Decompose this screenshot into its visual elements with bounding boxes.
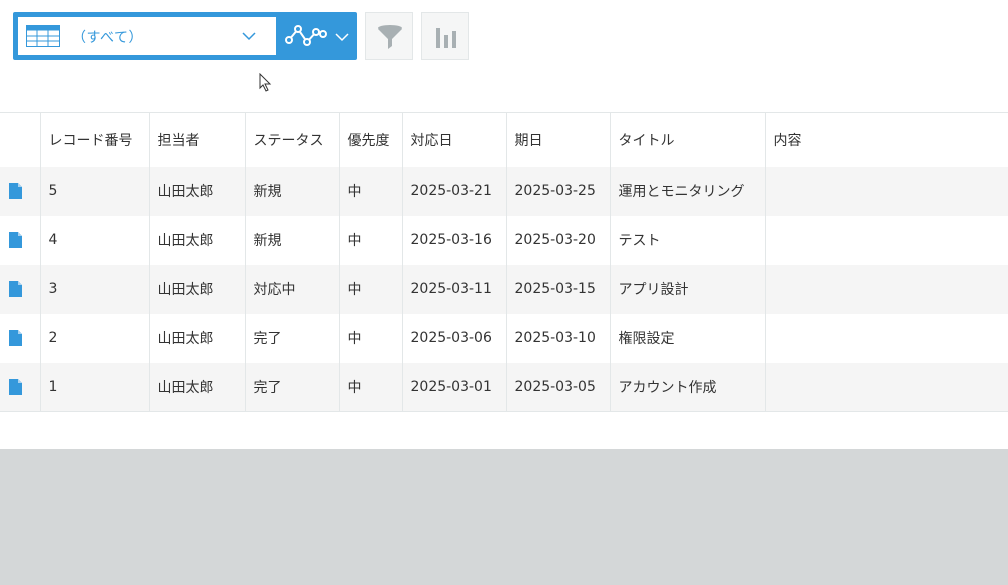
- mouse-cursor-icon: [259, 73, 272, 92]
- document-icon[interactable]: [9, 330, 22, 346]
- cell-due-date: 2025-03-10: [505, 313, 610, 363]
- column-header-title[interactable]: タイトル: [609, 112, 765, 167]
- cell-assignee: 山田太郎: [148, 264, 245, 314]
- cell-assignee: 山田太郎: [148, 362, 245, 412]
- document-icon[interactable]: [9, 281, 22, 297]
- document-icon[interactable]: [9, 378, 22, 395]
- cell-handled-date: 2025-03-01: [401, 362, 506, 412]
- cell-priority: 中: [338, 166, 402, 216]
- table-row: 2 山田太郎 完了中 2025-03-06 2025-03-10 権限設定: [0, 313, 1008, 363]
- document-icon[interactable]: [9, 232, 22, 248]
- view-dropdown[interactable]: （すべて）: [18, 17, 276, 55]
- record-detail-link[interactable]: [0, 362, 40, 412]
- column-header-priority[interactable]: 優先度: [338, 112, 402, 167]
- record-detail-link[interactable]: [0, 166, 40, 216]
- cell-title: テスト: [609, 215, 765, 265]
- cell-handled-date: 2025-03-06: [401, 313, 506, 363]
- record-detail-link[interactable]: [0, 313, 40, 363]
- record-table: レコード番号 担当者 ステータス 優先度 対応日 期日 タイトル 内容 5 山田太…: [0, 112, 1008, 412]
- cell-content: [764, 264, 1008, 314]
- table-row: 4 山田太郎 新規中 2025-03-16 2025-03-20 テスト: [0, 215, 1008, 265]
- view-selector: （すべて）: [13, 12, 357, 60]
- record-list-page: （すべて） レコード番号 担当者 ステータス 優先度 対応日 期日 タイトル 内…: [0, 0, 1008, 449]
- cell-status: 新規: [244, 215, 339, 265]
- cell-assignee: 山田太郎: [148, 215, 245, 265]
- header-icon-column: [0, 112, 40, 167]
- cell-content: [764, 313, 1008, 363]
- table-row: 5 山田太郎 新規中 2025-03-21 2025-03-25 運用とモニタリング: [0, 166, 1008, 216]
- cell-record-number: 5: [39, 166, 149, 216]
- table-header-row: レコード番号 担当者 ステータス 優先度 対応日 期日 タイトル 内容: [0, 112, 1008, 167]
- column-header-record-number[interactable]: レコード番号: [39, 112, 149, 167]
- cell-title: 運用とモニタリング: [609, 166, 765, 216]
- cell-status: 新規: [244, 166, 339, 216]
- cell-record-number: 1: [39, 362, 149, 412]
- document-icon[interactable]: [9, 183, 22, 199]
- cell-status: 完了: [244, 362, 339, 412]
- cell-assignee: 山田太郎: [148, 313, 245, 363]
- cell-content: [764, 166, 1008, 216]
- cell-priority: 中: [338, 313, 402, 363]
- cell-handled-date: 2025-03-11: [401, 264, 506, 314]
- cell-due-date: 2025-03-20: [505, 215, 610, 265]
- filter-button[interactable]: [365, 12, 413, 60]
- record-detail-link[interactable]: [0, 215, 40, 265]
- cell-priority: 中: [338, 215, 402, 265]
- chevron-down-icon: [242, 32, 256, 41]
- column-header-assignee[interactable]: 担当者: [148, 112, 245, 167]
- cell-status: 完了: [244, 313, 339, 363]
- cell-record-number: 2: [39, 313, 149, 363]
- cell-due-date: 2025-03-25: [505, 166, 610, 216]
- table-row: 3 山田太郎 対応中中 2025-03-11 2025-03-15 アプリ設計: [0, 264, 1008, 314]
- cell-handled-date: 2025-03-21: [401, 166, 506, 216]
- cell-handled-date: 2025-03-16: [401, 215, 506, 265]
- cell-priority: 中: [338, 264, 402, 314]
- column-header-handled-date[interactable]: 対応日: [401, 112, 506, 167]
- cell-assignee: 山田太郎: [148, 166, 245, 216]
- record-detail-link[interactable]: [0, 264, 40, 314]
- cell-content: [764, 215, 1008, 265]
- cell-record-number: 4: [39, 215, 149, 265]
- chevron-down-icon: [335, 33, 349, 42]
- cell-due-date: 2025-03-15: [505, 264, 610, 314]
- cell-title: アプリ設計: [609, 264, 765, 314]
- cell-record-number: 3: [39, 264, 149, 314]
- column-header-due-date[interactable]: 期日: [505, 112, 610, 167]
- chart-button[interactable]: [421, 12, 469, 60]
- view-label: （すべて）: [72, 30, 143, 46]
- cell-content: [764, 362, 1008, 412]
- cell-title: 権限設定: [609, 313, 765, 363]
- cell-due-date: 2025-03-05: [505, 362, 610, 412]
- graph-dropdown-button[interactable]: [275, 12, 357, 60]
- column-header-content[interactable]: 内容: [764, 112, 1008, 167]
- table-row: 1 山田太郎 完了中 2025-03-01 2025-03-05 アカウント作成: [0, 362, 1008, 412]
- filter-icon: [378, 25, 402, 49]
- cell-title: アカウント作成: [609, 362, 765, 412]
- cell-status: 対応中: [244, 264, 339, 314]
- column-header-status[interactable]: ステータス: [244, 112, 339, 167]
- bar-chart-icon: [436, 28, 456, 48]
- table-view-icon: [26, 25, 60, 47]
- cell-priority: 中: [338, 362, 402, 412]
- line-graph-icon: [285, 25, 327, 46]
